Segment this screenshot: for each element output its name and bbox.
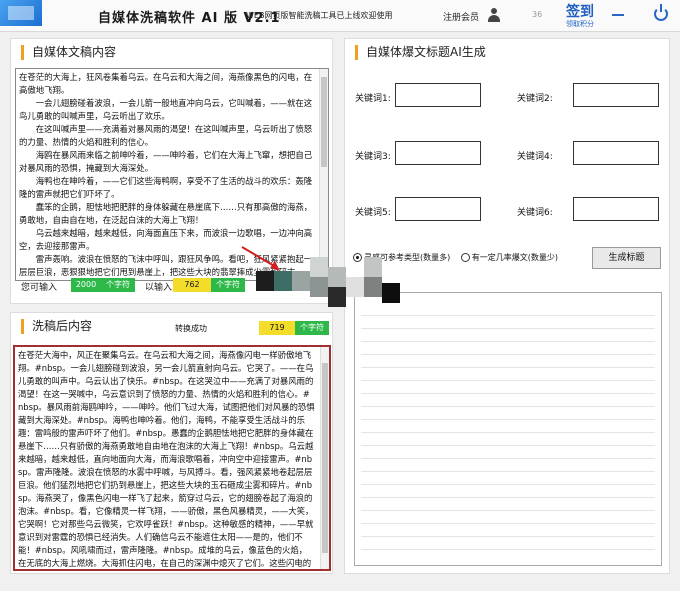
app-subtitle: WEB网页版智能洗稿工具已上线欢迎使用 xyxy=(246,11,393,20)
register-link[interactable]: 注册会员 xyxy=(443,10,479,23)
scrollbar-thumb[interactable] xyxy=(322,363,328,553)
signin-label: 签到 xyxy=(566,4,594,20)
result-section-title: 洗稿后内容 xyxy=(21,319,92,334)
radio-viral-label: 有一定几率爆文(数量少) xyxy=(471,253,559,262)
convert-status: 转换成功 xyxy=(175,324,207,333)
result-count-value: 719 xyxy=(259,321,295,335)
title-bar: 自媒体洗稿软件 AI 版 V2.1 WEB网页版智能洗稿工具已上线欢迎使用 注册… xyxy=(0,0,680,32)
keyword1-input[interactable] xyxy=(395,83,481,107)
power-icon[interactable] xyxy=(654,4,668,21)
keyword4-input[interactable] xyxy=(573,141,659,165)
result-text-area[interactable]: 在苍茫大海中，风正在聚集乌云。在乌云和大海之间，海燕像闪电一样骄傲地飞翔。#nb… xyxy=(13,345,331,571)
original-section-title: 自媒体文稿内容 xyxy=(21,45,116,60)
scrollbar-thumb[interactable] xyxy=(321,77,327,167)
keyword6-label: 关键词6: xyxy=(517,208,553,218)
keyword1-label: 关键词1: xyxy=(355,94,391,104)
can-input-label: 您可输入 xyxy=(21,283,58,293)
keyword5-label: 关键词5: xyxy=(355,208,391,218)
signin-sub-label: 领取积分 xyxy=(566,20,594,28)
radio-viral[interactable]: 有一定几率爆文(数量少) xyxy=(460,253,559,262)
result-scrollbar[interactable] xyxy=(320,347,329,569)
entered-label: 以输入 xyxy=(145,283,173,293)
keyword2-input[interactable] xyxy=(573,83,659,107)
original-scrollbar[interactable] xyxy=(319,69,328,280)
result-count-unit: 个字符 xyxy=(295,321,329,335)
keyword5-input[interactable] xyxy=(395,197,481,221)
can-input-value: 2000 xyxy=(71,278,101,292)
user-icon[interactable] xyxy=(487,8,501,22)
result-content-panel: 洗稿后内容 转换成功 719 个字符 在苍茫大海中，风正在聚集乌云。在乌云和大海… xyxy=(10,312,333,574)
generated-titles-area[interactable] xyxy=(354,292,662,566)
keyword4-label: 关键词4: xyxy=(517,152,553,162)
entered-unit: 个字符 xyxy=(211,278,245,292)
arrow-icon xyxy=(241,246,280,271)
user-number: 36 xyxy=(532,10,543,19)
keyword3-label: 关键词3: xyxy=(355,152,391,162)
generator-section-title: 自媒体爆文标题AI生成 xyxy=(355,45,486,60)
signin-button[interactable]: 签到 领取积分 xyxy=(566,4,594,28)
can-input-unit: 个字符 xyxy=(101,278,135,292)
entered-value: 762 xyxy=(173,278,211,292)
output-lines xyxy=(361,303,655,555)
minimize-icon[interactable] xyxy=(612,14,624,16)
keyword3-input[interactable] xyxy=(395,141,481,165)
result-text: 在苍茫大海中，风正在聚集乌云。在乌云和大海之间，海燕像闪电一样骄傲地飞翔。#nb… xyxy=(18,350,315,568)
generate-title-button[interactable]: 生成标题 xyxy=(592,247,661,269)
keyword2-label: 关键词2: xyxy=(517,94,553,104)
keyword6-input[interactable] xyxy=(573,197,659,221)
radio-button[interactable] xyxy=(460,253,470,262)
app-logo xyxy=(0,0,42,26)
